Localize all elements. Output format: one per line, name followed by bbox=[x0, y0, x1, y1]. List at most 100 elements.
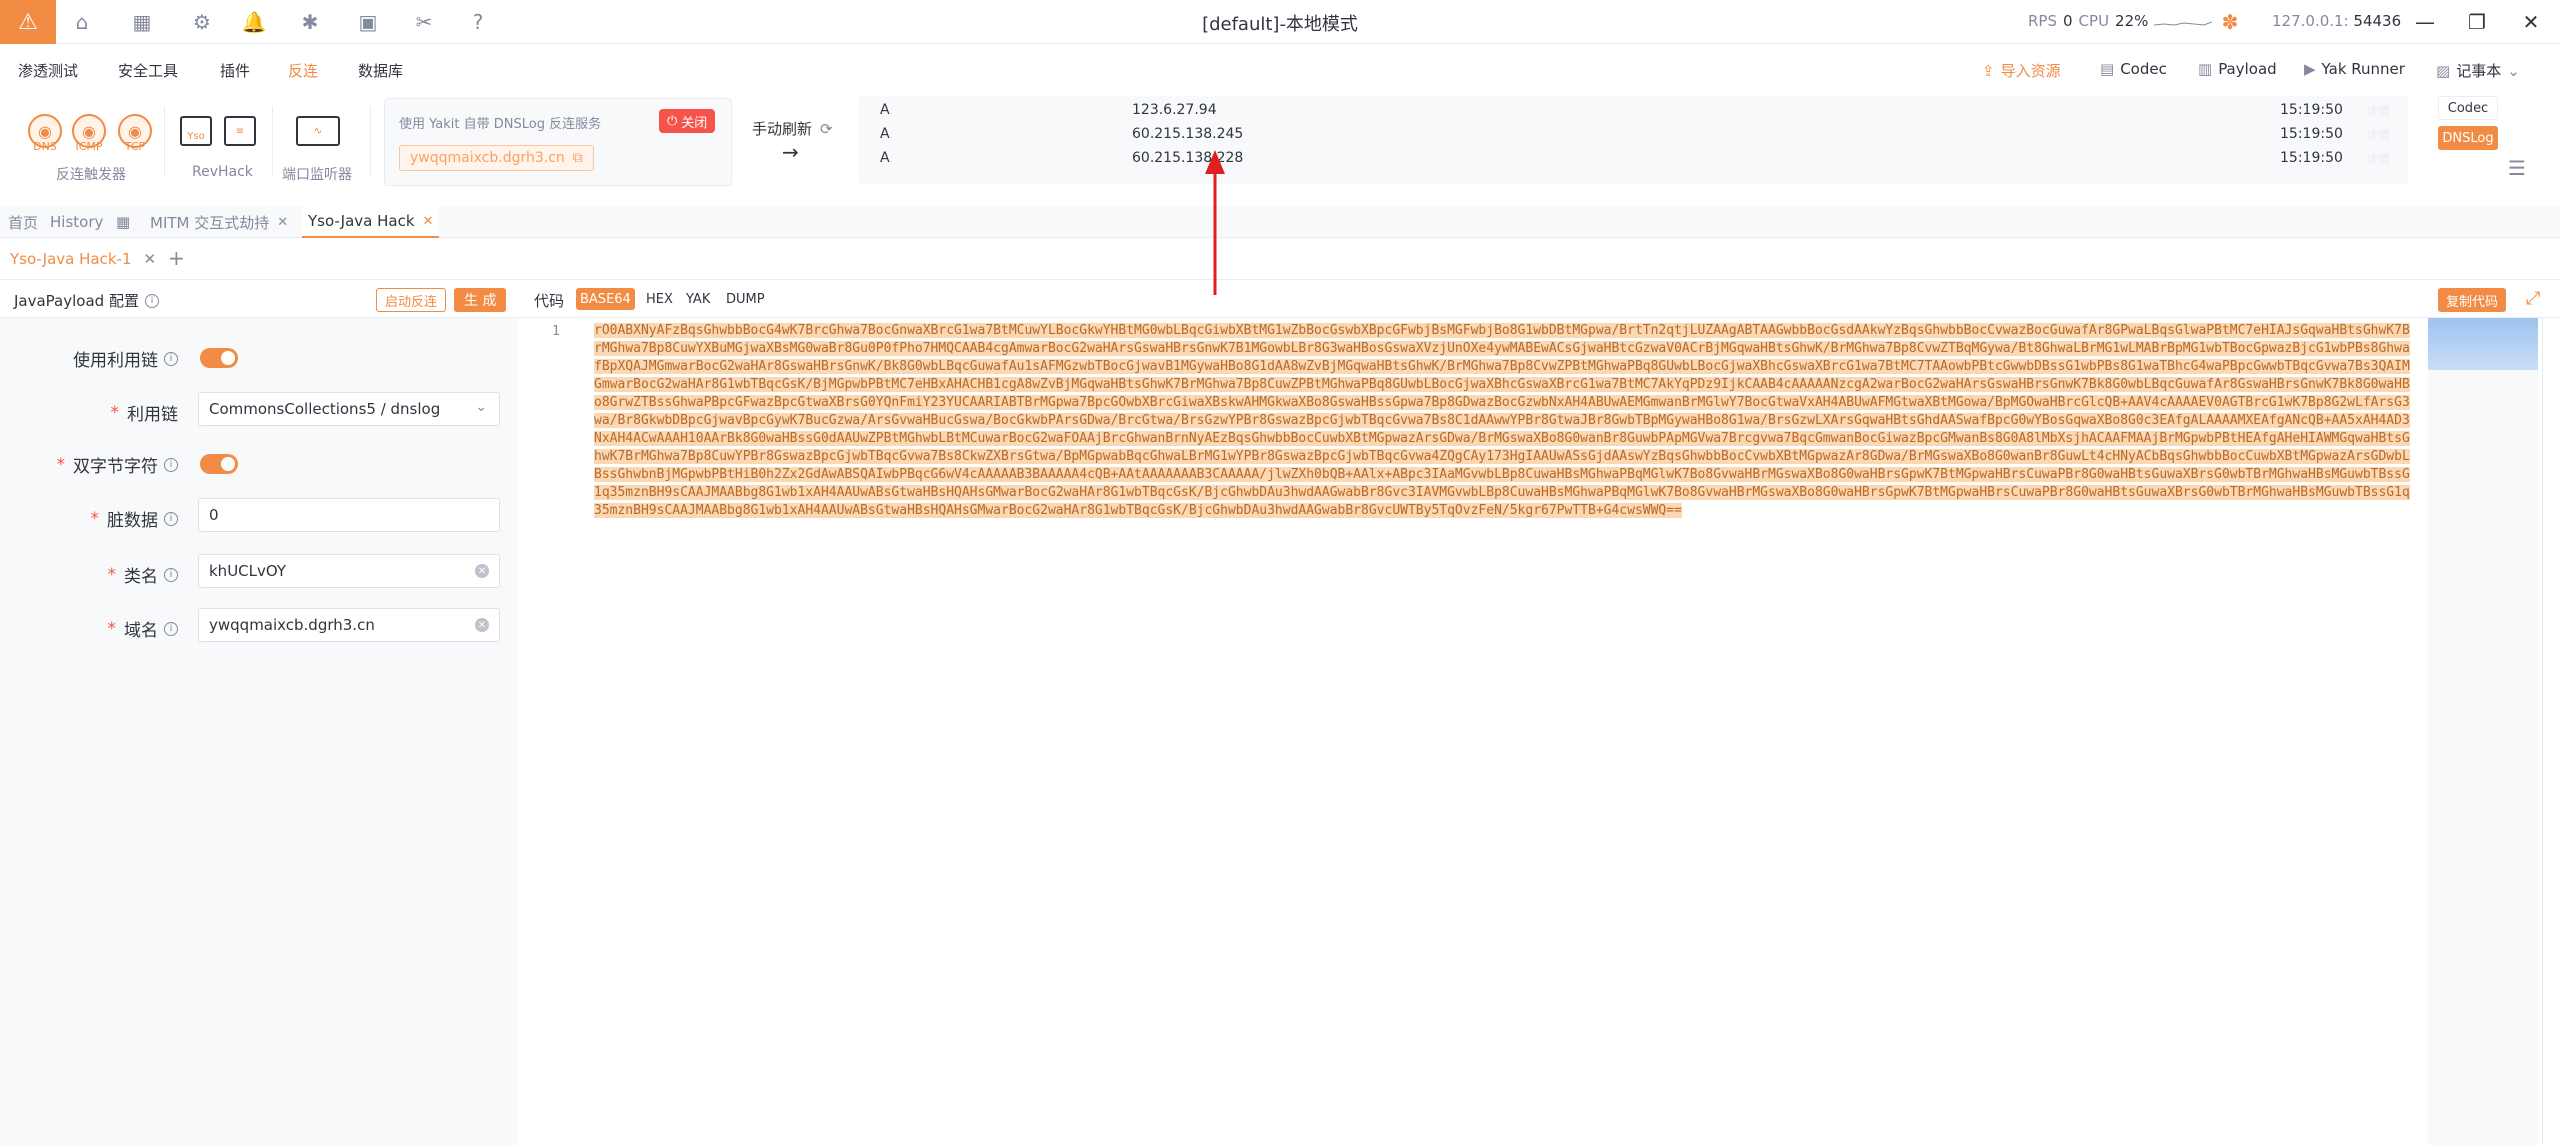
port-listener-icon[interactable]: ∿ bbox=[296, 116, 340, 146]
notification-icon[interactable]: 🔔 bbox=[240, 8, 268, 36]
divider bbox=[164, 106, 165, 176]
double-byte-toggle[interactable] bbox=[200, 454, 238, 474]
close-tab-icon[interactable]: ✕ bbox=[277, 215, 288, 230]
scrollbar[interactable] bbox=[2542, 318, 2552, 1145]
required-mark: * bbox=[90, 508, 100, 529]
menu-plugins[interactable]: 插件 bbox=[220, 60, 250, 81]
chain-value: CommonsCollections5 / dnslog bbox=[209, 400, 441, 418]
tab-history[interactable]: History bbox=[44, 206, 109, 238]
payload-button[interactable]: ▥ Payload bbox=[2198, 60, 2277, 78]
info-icon[interactable]: i bbox=[164, 621, 178, 636]
required-mark: * bbox=[56, 454, 66, 475]
notepad-button[interactable]: ▨ 记事本 ⌄ bbox=[2436, 60, 2520, 81]
chain-label: * 利用链 bbox=[110, 400, 179, 426]
table-row[interactable]: A 60.215.138.245 15:19:50 详情 bbox=[858, 122, 2408, 146]
sub-tabs: Yso-Java Hack-1 ✕ + bbox=[0, 238, 2560, 280]
info-icon[interactable]: i bbox=[144, 293, 159, 308]
tools-icon[interactable]: ✂ bbox=[410, 8, 438, 36]
chain-select[interactable]: CommonsCollections5 / dnslog ⌄ bbox=[198, 392, 500, 426]
minimize-icon[interactable]: — bbox=[2410, 8, 2440, 36]
tab-grid[interactable]: ▦ bbox=[110, 206, 136, 238]
close-window-icon[interactable]: ✕ bbox=[2516, 8, 2546, 36]
close-dnslog-button[interactable]: ⏻ 关闭 bbox=[659, 109, 716, 133]
app-logo-icon[interactable]: ⚠ bbox=[0, 0, 56, 44]
engine-status-icon[interactable]: ✽ bbox=[2216, 8, 2244, 36]
info-icon[interactable]: i bbox=[164, 511, 178, 526]
format-base64[interactable]: BASE64 bbox=[576, 288, 635, 310]
subtab-yso-1[interactable]: Yso-Java Hack-1 ✕ bbox=[10, 250, 156, 268]
import-resource-button[interactable]: ⇪ 导入资源 bbox=[1982, 60, 2061, 81]
menu-pentest[interactable]: 渗透测试 bbox=[18, 60, 78, 81]
table-row[interactable]: A 123.6.27.94 15:19:50 详情 bbox=[858, 98, 2408, 122]
yak-runner-button[interactable]: ▶ Yak Runner bbox=[2304, 60, 2405, 78]
tab-mitm[interactable]: MITM 交互式劫持 ✕ bbox=[144, 206, 294, 238]
rps-label: RPS bbox=[2028, 12, 2057, 30]
chevron-down-icon: ⌄ bbox=[2507, 61, 2520, 80]
info-icon[interactable]: i bbox=[164, 351, 178, 366]
home-icon[interactable]: ⌂ bbox=[68, 8, 96, 36]
class-name-input[interactable]: khUCLvOY ✕ bbox=[198, 554, 500, 588]
clear-icon[interactable]: ✕ bbox=[475, 564, 489, 578]
menu-reverse[interactable]: 反连 bbox=[288, 60, 318, 81]
rps-value: 0 bbox=[2063, 12, 2073, 30]
dnslog-domain-tag[interactable]: ywqqmaixcb.dgrh3.cn ⧉ bbox=[399, 145, 594, 171]
divider bbox=[272, 106, 273, 176]
close-tab-icon[interactable]: ✕ bbox=[423, 214, 434, 229]
sort-icon[interactable]: ☰ bbox=[2508, 156, 2526, 180]
menu-security-tools[interactable]: 安全工具 bbox=[118, 60, 178, 81]
bug-icon[interactable]: ✱ bbox=[296, 8, 324, 36]
info-icon[interactable]: i bbox=[164, 457, 178, 472]
copy-icon[interactable]: ⧉ bbox=[573, 150, 583, 166]
class-name-label: * 类名 i bbox=[108, 562, 178, 587]
format-yak[interactable]: YAK bbox=[682, 288, 714, 310]
reverse-toolbar: ◉ DNS ◉ ICMP ◉ TCP 反连触发器 Yso ≡ RevHack ∿… bbox=[0, 94, 2560, 192]
close-subtab-icon[interactable]: ✕ bbox=[144, 250, 157, 268]
info-icon[interactable]: i bbox=[164, 567, 178, 582]
config-title-text: JavaPayload 配置 bbox=[14, 292, 139, 310]
tab-dnslog[interactable]: DNSLog bbox=[2438, 126, 2498, 150]
use-chain-toggle[interactable] bbox=[200, 348, 238, 368]
engine-port: 54436 bbox=[2353, 12, 2402, 30]
codec-button[interactable]: ▤ Codec bbox=[2100, 60, 2167, 78]
code-editor[interactable]: 1 rO0ABXNyAFzBqsGhwbbBocG4wK7BrcGhwa7Boc… bbox=[518, 318, 2560, 1145]
terminal-icon[interactable]: ▣ bbox=[354, 8, 382, 36]
settings-icon[interactable]: ⚙ bbox=[188, 8, 216, 36]
config-title: JavaPayload 配置 i bbox=[14, 290, 159, 311]
restore-icon[interactable]: ❐ bbox=[2462, 8, 2492, 36]
payload-code[interactable]: rO0ABXNyAFzBqsGhwbbBocG4wK7BrcGhwa7BocGn… bbox=[594, 322, 2414, 520]
copy-code-button[interactable]: 复制代码 bbox=[2438, 288, 2507, 312]
manual-refresh-button[interactable]: 手动刷新 ⟳ bbox=[752, 118, 833, 139]
domain-input[interactable]: ywqqmaixcb.dgrh3.cn ✕ bbox=[198, 608, 500, 642]
notepad-label: 记事本 bbox=[2456, 62, 2502, 80]
refresh-icon: ⟳ bbox=[820, 119, 833, 138]
domain-text: 域名 bbox=[124, 621, 158, 641]
help-icon[interactable]: ? bbox=[464, 8, 492, 36]
perf-stats: RPS 0 CPU 22% bbox=[2028, 12, 2213, 30]
required-mark: * bbox=[110, 402, 120, 423]
codec-label: Codec bbox=[2120, 60, 2167, 78]
minimap-viewport[interactable] bbox=[2428, 318, 2538, 370]
tab-codec[interactable]: Codec bbox=[2438, 96, 2498, 120]
start-reverse-button[interactable]: 启动反连 bbox=[376, 288, 447, 312]
minimap[interactable] bbox=[2428, 370, 2538, 1145]
table-row[interactable]: A 60.215.138.228 15:19:50 详情 bbox=[858, 146, 2408, 170]
yso-tool-icon[interactable]: Yso bbox=[180, 116, 212, 146]
format-dump[interactable]: DUMP bbox=[722, 288, 769, 310]
menu-database[interactable]: 数据库 bbox=[358, 60, 403, 81]
add-subtab-icon[interactable]: + bbox=[168, 246, 185, 270]
engine-host: 127.0.0.1: bbox=[2272, 12, 2349, 30]
tab-yso-java-hack[interactable]: Yso-Java Hack ✕ bbox=[302, 206, 440, 238]
dirty-data-input[interactable]: 0 bbox=[198, 498, 500, 532]
format-hex[interactable]: HEX bbox=[642, 288, 677, 310]
expand-icon[interactable]: ⤢ bbox=[2526, 288, 2540, 309]
config-header: JavaPayload 配置 i 启动反连 生 成 bbox=[0, 280, 518, 318]
tab-home[interactable]: 首页 bbox=[2, 206, 44, 238]
revhack-tool-icon[interactable]: ≡ bbox=[224, 116, 256, 146]
generate-button[interactable]: 生 成 bbox=[454, 288, 507, 312]
clear-icon[interactable]: ✕ bbox=[475, 618, 489, 632]
record-tag: 详情 bbox=[2366, 128, 2391, 142]
port-listener-group: 端口监听器 bbox=[282, 167, 352, 183]
yak-runner-label: Yak Runner bbox=[2321, 60, 2405, 78]
reverse-trigger-group: 反连触发器 bbox=[56, 167, 126, 183]
plugin-store-icon[interactable]: ▦ bbox=[128, 8, 156, 36]
